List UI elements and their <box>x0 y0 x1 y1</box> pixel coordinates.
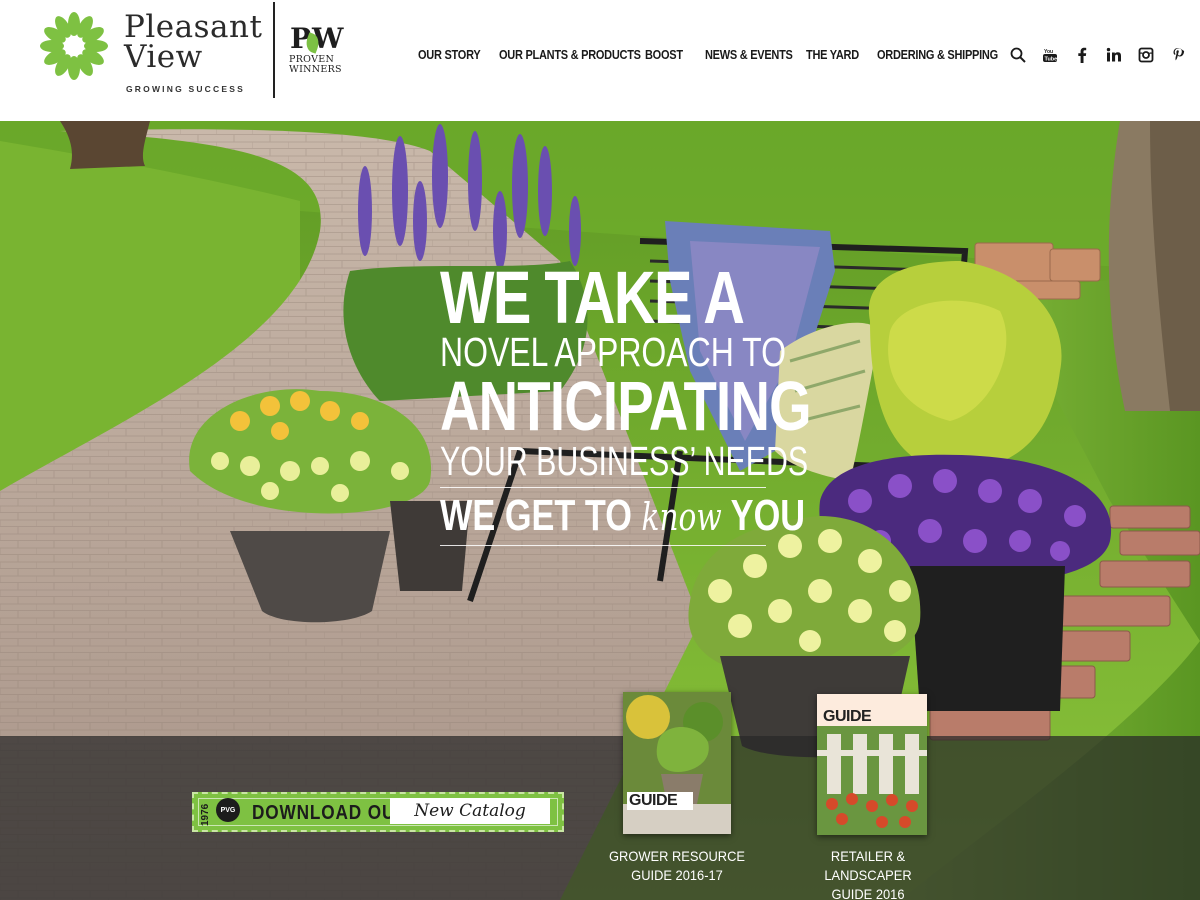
brand-name[interactable]: Pleasant View <box>124 9 263 75</box>
nav-boost[interactable]: BOOST <box>645 48 683 62</box>
hero-line5-end: YOU <box>730 491 806 540</box>
hero-line5-script: know <box>641 495 722 539</box>
catalog-new-text: New Catalog <box>390 798 550 824</box>
hero-line3: ANTICIPATING <box>440 367 812 445</box>
retailer-guide-label-line1: RETAILER & LANDSCAPER <box>824 848 912 883</box>
grower-guide-title: GUIDE <box>627 792 693 810</box>
hero-rule-bottom <box>440 545 766 546</box>
site-header: Pleasant View GROWING SUCCESS PW PROVEN … <box>0 0 1200 121</box>
catalog-download-text: DOWNLOAD OUR <box>252 802 409 824</box>
grower-guide-image <box>623 692 731 834</box>
retailer-guide-cover[interactable]: GUIDE <box>817 694 927 835</box>
hero-rule-top <box>440 487 766 488</box>
flower-logo-icon[interactable] <box>38 12 110 80</box>
hero-line5: WE GET TO know YOU <box>440 491 805 541</box>
logo-divider <box>273 2 275 98</box>
pvg-badge: PVG <box>216 798 240 822</box>
download-catalog-button[interactable]: 1976 PVG DOWNLOAD OUR New Catalog <box>192 792 564 832</box>
nav-the-yard[interactable]: THE YARD <box>806 48 859 62</box>
retailer-guide-title: GUIDE <box>823 708 872 725</box>
grower-guide-label[interactable]: GROWER RESOURCE GUIDE 2016-17 <box>599 847 755 885</box>
brand-tagline: GROWING SUCCESS <box>126 84 245 94</box>
catalog-year: 1976 <box>200 803 211 826</box>
nav-our-story[interactable]: OUR STORY <box>418 48 481 62</box>
hero-line4: YOUR BUSINESS’ NEEDS <box>440 438 809 484</box>
grower-guide-label-line2: GUIDE 2016-17 <box>631 867 723 883</box>
hero-headline: WE TAKE A NOVEL APPROACH TO ANTICIPATING… <box>440 256 812 550</box>
brand-name-line1: Pleasant <box>124 9 263 45</box>
brand-name-line2: View <box>124 39 203 75</box>
pinterest-icon[interactable] <box>1168 46 1188 64</box>
nav-news-events[interactable]: NEWS & EVENTS <box>705 48 793 62</box>
nav-ordering-shipping[interactable]: ORDERING & SHIPPING <box>877 48 998 62</box>
nav-our-plants-products[interactable]: OUR PLANTS & PRODUCTS <box>499 48 641 62</box>
grower-guide-label-line1: GROWER RESOURCE <box>609 848 745 864</box>
hero-banner: WE TAKE A NOVEL APPROACH TO ANTICIPATING… <box>0 121 1200 900</box>
svg-text:Tube: Tube <box>1045 57 1058 63</box>
grower-guide-cover[interactable]: GUIDE <box>623 692 731 834</box>
hero-line5-start: WE GET TO <box>440 491 632 540</box>
retailer-guide-label-line2: GUIDE 2016 <box>831 886 905 900</box>
hero-line1: WE TAKE A <box>440 256 745 339</box>
search-icon[interactable] <box>1008 46 1028 64</box>
youtube-icon[interactable]: You Tube <box>1040 46 1060 64</box>
facebook-icon[interactable] <box>1072 46 1092 64</box>
proven-winners-text: PROVEN WINNERS <box>289 55 342 75</box>
proven-winners-line2: WINNERS <box>289 64 342 75</box>
retailer-guide-label[interactable]: RETAILER & LANDSCAPER GUIDE 2016 <box>790 847 946 900</box>
instagram-icon[interactable] <box>1136 46 1156 64</box>
linkedin-icon[interactable] <box>1104 46 1124 64</box>
